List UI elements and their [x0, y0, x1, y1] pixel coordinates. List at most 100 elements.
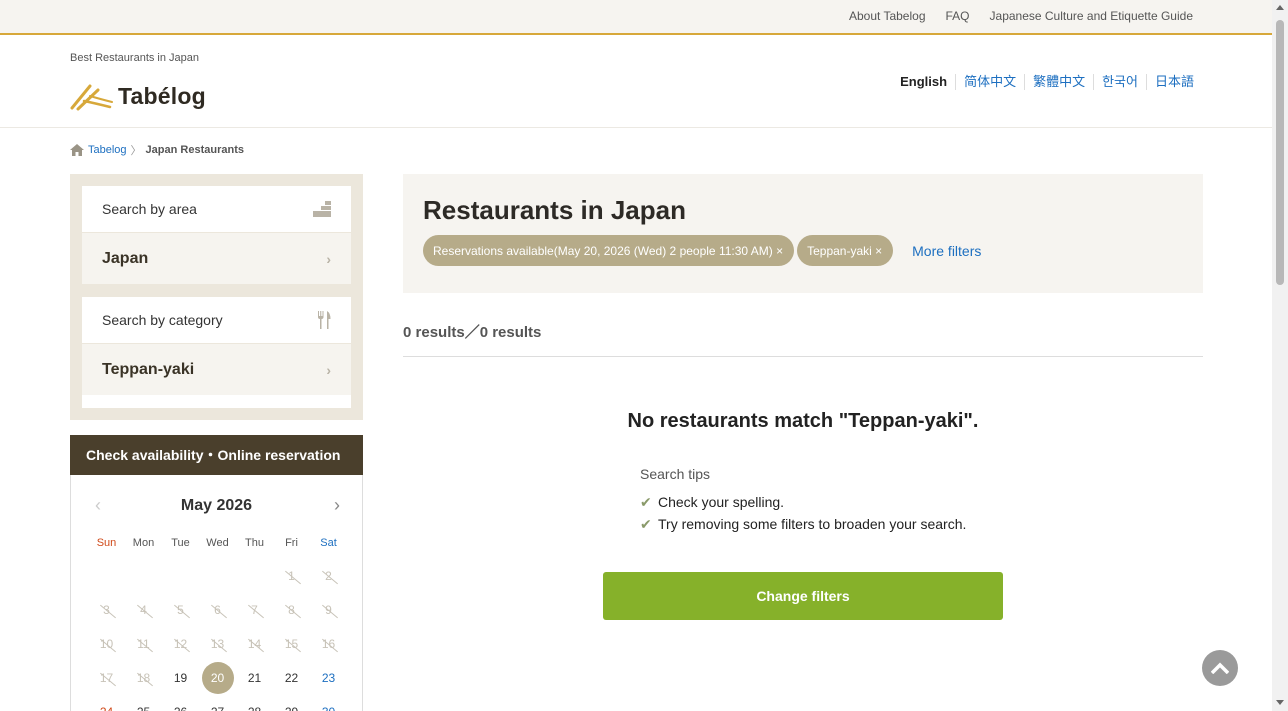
reservation-filter-chip[interactable]: Reservations available(May 20, 2026 (Wed… [423, 235, 795, 266]
faq-link[interactable]: FAQ [946, 9, 970, 23]
sidebox-footer-strip [82, 395, 351, 408]
search-tips: Search tips ✔ Check your spelling. ✔ Try… [640, 466, 966, 538]
calendar-day[interactable]: 24 [88, 705, 125, 711]
area-value: Japan [102, 249, 149, 267]
weekday-fri: Fri [285, 537, 298, 549]
calendar-month-title: May 2026 [180, 497, 253, 514]
page-title: Restaurants in Japan [423, 195, 686, 225]
chevron-up-icon [1211, 662, 1229, 674]
calendar-day: 14 [236, 637, 273, 651]
calendar-grid: Sun Mon Tue Wed Thu Fri Sat 1 2 3 4 5 6 7 8 9 10 1… [88, 537, 347, 711]
calendar-day: 6 [199, 603, 236, 617]
breadcrumb-current: Japan Restaurants [145, 144, 244, 156]
calendar-day[interactable]: 22 [273, 671, 310, 685]
search-tip-text: Check your spelling. [658, 494, 785, 510]
weekday-sun: Sun [96, 537, 117, 549]
calendar-day[interactable]: 29 [273, 705, 310, 711]
calendar-day[interactable]: 23 [310, 671, 347, 685]
area-map-icon [313, 201, 331, 217]
language-switcher: English 简体中文 繁體中文 한국어 日本語 [892, 74, 1194, 90]
result-count: 0 results／0 results [403, 324, 542, 341]
logo-wordmark: Tabélog [118, 82, 206, 109]
tabelog-logo[interactable]: Tabélog [70, 81, 206, 111]
search-by-area-button[interactable]: Search by area [82, 186, 351, 232]
calendar-day: 5 [162, 603, 199, 617]
calendar-week-row: 24252627282930 [88, 695, 347, 711]
calendar-day: 1 [273, 569, 310, 583]
selected-day[interactable]: 20 [201, 662, 234, 694]
calendar-day: 4 [125, 603, 162, 617]
calendar-day: 11 [125, 637, 162, 651]
lang-simplified-chinese[interactable]: 简体中文 [955, 74, 1024, 90]
calendar-week-row: 17 18 19 20 21 22 23 [88, 661, 347, 695]
calendar-day: 3 [88, 603, 125, 617]
category-value: Teppan-yaki [102, 360, 195, 378]
calendar-day[interactable]: 26 [162, 705, 199, 711]
calendar-week-row: 12 [88, 559, 347, 593]
about-tabelog-link[interactable]: About Tabelog [849, 9, 926, 23]
results-divider [403, 356, 1203, 357]
breadcrumb-home-link[interactable]: Tabelog [88, 144, 127, 156]
home-icon [70, 144, 84, 156]
tagline: Best Restaurants in Japan [70, 52, 200, 64]
scrollbar-thumb[interactable] [1276, 20, 1284, 285]
chevron-right-icon: › [326, 361, 331, 378]
search-sidebox: Search by area Japan › Search by categor… [70, 174, 363, 420]
weekday-tue: Tue [171, 537, 190, 549]
checkmark-icon: ✔ [640, 515, 652, 532]
calendar-day: 17 [88, 671, 125, 685]
site-header: Best Restaurants in Japan Tabélog Englis… [0, 35, 1272, 128]
lang-korean[interactable]: 한국어 [1093, 74, 1146, 90]
active-filter-chips: Reservations available(May 20, 2026 (Wed… [423, 235, 981, 266]
calendar-day[interactable]: 27 [199, 705, 236, 711]
reservation-header: Check availability・Online reservation [70, 435, 363, 475]
category-filter-chip[interactable]: Teppan-yaki × [797, 235, 894, 266]
calendar-next-month-icon[interactable]: › [334, 495, 340, 516]
scroll-down-arrow-icon[interactable] [1276, 700, 1284, 705]
calendar-day[interactable]: 20 [199, 662, 236, 694]
calendar-day: 16 [310, 637, 347, 651]
calendar-day: 10 [88, 637, 125, 651]
culture-guide-link[interactable]: Japanese Culture and Etiquette Guide [990, 9, 1193, 23]
lang-traditional-chinese[interactable]: 繁體中文 [1024, 74, 1093, 90]
calendar-day: 12 [162, 637, 199, 651]
weekday-wed: Wed [206, 537, 229, 549]
scroll-up-arrow-icon[interactable] [1276, 5, 1284, 10]
calendar-weekday-row: Sun Mon Tue Wed Thu Fri Sat [88, 537, 347, 549]
calendar-week-row: 3456789 [88, 593, 347, 627]
change-filters-button[interactable]: Change filters [603, 572, 1003, 620]
weekday-thu: Thu [245, 537, 264, 549]
back-to-top-button[interactable] [1202, 650, 1238, 686]
calendar-day: 7 [236, 603, 273, 617]
calendar-day[interactable]: 30 [310, 705, 347, 711]
weekday-mon: Mon [132, 537, 155, 549]
breadcrumb-separator: 〉 [130, 145, 142, 157]
calendar-day[interactable]: 19 [162, 671, 199, 685]
fork-knife-icon [318, 311, 331, 329]
search-by-category-label: Search by category [102, 312, 223, 328]
calendar-day: 13 [199, 637, 236, 651]
calendar-day[interactable]: 25 [125, 705, 162, 711]
reservation-calendar: ‹ May 2026 › Sun Mon Tue Wed Thu Fri Sat… [70, 475, 363, 711]
chopsticks-logo-icon [70, 84, 113, 111]
calendar-day[interactable]: 28 [236, 705, 273, 711]
calendar-week-row: 10 11 12 13 14 15 16 [88, 627, 347, 661]
search-by-area-label: Search by area [102, 201, 197, 217]
category-value-row[interactable]: Teppan-yaki › [82, 344, 351, 395]
search-tips-title: Search tips [640, 466, 711, 482]
calendar-day: 18 [125, 671, 162, 685]
chevron-right-icon: › [326, 250, 331, 267]
calendar-day: 8 [273, 603, 310, 617]
top-utility-bar: About Tabelog FAQ Japanese Culture and E… [0, 0, 1272, 35]
search-by-category-button[interactable]: Search by category [82, 297, 351, 343]
more-filters-link[interactable]: More filters [912, 243, 981, 259]
area-value-row[interactable]: Japan › [82, 233, 351, 284]
lang-japanese[interactable]: 日本語 [1145, 74, 1194, 90]
top-links: About Tabelog FAQ Japanese Culture and E… [849, 9, 1193, 23]
calendar-day[interactable]: 21 [236, 671, 273, 685]
search-tip-text: Try removing some filters to broaden you… [658, 516, 967, 532]
lang-english[interactable]: English [892, 74, 955, 90]
filter-summary-box: Restaurants in Japan Reservations availa… [403, 174, 1203, 293]
no-match-message: No restaurants match "Teppan-yaki". [627, 410, 979, 432]
search-tip: ✔ Try removing some filters to broaden y… [640, 510, 966, 538]
